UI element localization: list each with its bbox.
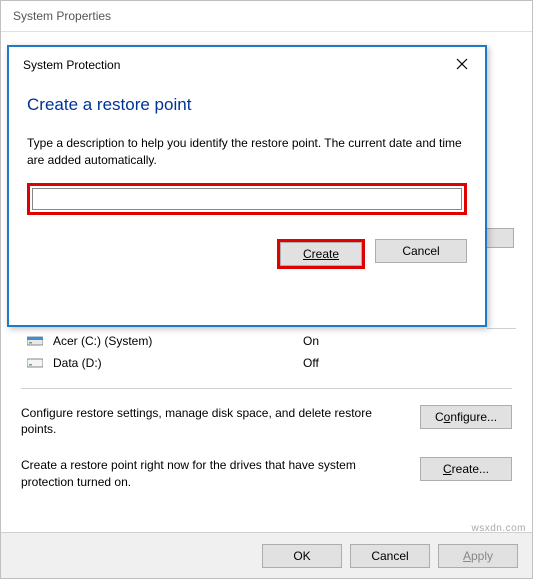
apply-button[interactable]: Apply bbox=[438, 544, 518, 568]
drive-d-icon bbox=[27, 357, 43, 369]
drive-status: Off bbox=[303, 356, 319, 370]
modal-body: Create a restore point Type a descriptio… bbox=[9, 79, 485, 215]
create-section: Create a restore point right now for the… bbox=[21, 457, 512, 489]
protection-drive-list: Acer (C:) (System) On Data (D:) Off bbox=[21, 330, 512, 374]
drive-row[interactable]: Acer (C:) (System) On bbox=[21, 330, 512, 352]
parent-window-title: System Properties bbox=[1, 1, 532, 32]
input-highlight-box bbox=[27, 183, 467, 215]
drive-status: On bbox=[303, 334, 319, 348]
modal-description: Type a description to help you identify … bbox=[27, 135, 467, 169]
close-icon[interactable] bbox=[455, 57, 471, 73]
modal-create-button[interactable]: Create bbox=[280, 242, 362, 266]
configure-description: Configure restore settings, manage disk … bbox=[21, 405, 420, 437]
ok-button[interactable]: OK bbox=[262, 544, 342, 568]
configure-button[interactable]: Configure... bbox=[420, 405, 512, 429]
modal-heading: Create a restore point bbox=[27, 95, 467, 115]
create-restore-point-button[interactable]: Create... bbox=[420, 457, 512, 481]
create-button-highlight: Create bbox=[277, 239, 365, 269]
drive-c-icon bbox=[27, 335, 43, 347]
separator bbox=[21, 388, 512, 389]
drive-name: Acer (C:) (System) bbox=[53, 334, 303, 348]
cancel-button[interactable]: Cancel bbox=[350, 544, 430, 568]
drive-row[interactable]: Data (D:) Off bbox=[21, 352, 512, 374]
modal-title: System Protection bbox=[23, 58, 120, 72]
dialog-button-bar: OK Cancel Apply bbox=[1, 532, 532, 578]
configure-section: Configure restore settings, manage disk … bbox=[21, 405, 512, 437]
modal-cancel-button[interactable]: Cancel bbox=[375, 239, 467, 263]
restore-point-description-input[interactable] bbox=[32, 188, 462, 210]
drive-name: Data (D:) bbox=[53, 356, 303, 370]
modal-button-row: Create Cancel bbox=[9, 215, 485, 269]
modal-titlebar: System Protection bbox=[9, 47, 485, 79]
obscured-separator-stub bbox=[487, 328, 516, 329]
system-protection-dialog: System Protection Create a restore point… bbox=[7, 45, 487, 327]
create-description: Create a restore point right now for the… bbox=[21, 457, 420, 489]
system-properties-window: System Properties Acer (C:) (System) On … bbox=[0, 0, 533, 579]
